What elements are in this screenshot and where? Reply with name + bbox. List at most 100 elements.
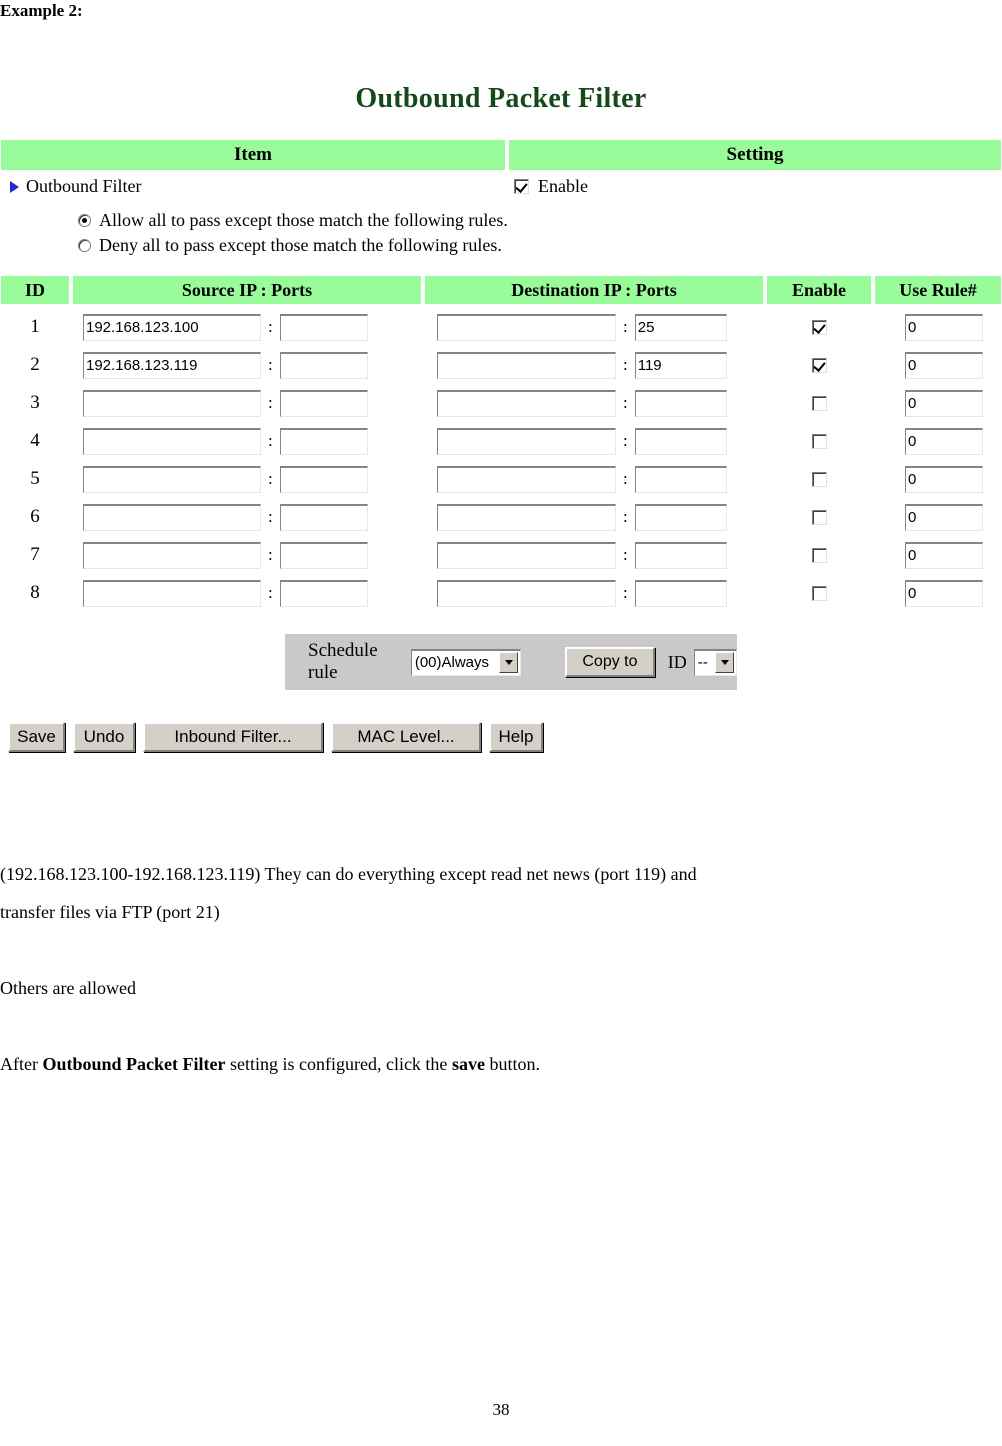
source-separator: : — [268, 317, 273, 336]
prose-line-4-prefix: After — [0, 1054, 43, 1074]
source-ip-input[interactable]: 192.168.123.100 — [83, 313, 261, 341]
source-port-input[interactable] — [279, 465, 368, 493]
source-separator: : — [268, 355, 273, 374]
dest-ip-input[interactable] — [437, 351, 616, 379]
use-rule-input[interactable]: 0 — [905, 503, 983, 531]
outbound-filter-enable-group: Enable — [514, 176, 588, 197]
policy-option-deny[interactable]: Deny all to pass except those match the … — [78, 233, 1002, 258]
prose-line-2: transfer files via FTP (port 21) — [0, 902, 220, 922]
source-port-input[interactable] — [279, 313, 368, 341]
table-row: 2 192.168.123.119::119 0 — [1, 346, 1001, 384]
mac-level-button[interactable]: MAC Level... — [331, 722, 481, 752]
copy-to-button[interactable]: Copy to — [565, 647, 655, 677]
dest-port-input[interactable] — [634, 465, 727, 493]
rule-dest-cell: :119 — [425, 351, 763, 379]
help-button[interactable]: Help — [489, 722, 543, 752]
use-rule-input[interactable]: 0 — [905, 465, 983, 493]
rule-enable-checkbox[interactable] — [811, 395, 827, 411]
chevron-down-icon[interactable] — [499, 652, 519, 673]
dest-port-input[interactable] — [634, 389, 727, 417]
outbound-filter-enable-label: Enable — [538, 176, 588, 196]
dest-ip-input[interactable] — [437, 503, 616, 531]
use-rule-input[interactable]: 0 — [905, 351, 983, 379]
source-separator: : — [268, 431, 273, 450]
use-rule-input[interactable]: 0 — [905, 389, 983, 417]
use-rule-input[interactable]: 0 — [905, 313, 983, 341]
rule-source-cell: : — [73, 427, 421, 455]
copy-to-id-select[interactable]: -- — [693, 648, 737, 676]
source-port-input[interactable] — [279, 541, 368, 569]
source-ip-input[interactable] — [83, 465, 261, 493]
policy-option-deny-label: Deny all to pass except those match the … — [99, 235, 502, 255]
rule-id: 7 — [30, 544, 40, 565]
page-number: 38 — [492, 1400, 510, 1419]
rule-id: 3 — [30, 392, 40, 413]
policy-option-allow-label: Allow all to pass except those match the… — [99, 210, 508, 230]
radio-allow-icon[interactable] — [78, 214, 91, 227]
radio-deny-icon[interactable] — [78, 239, 91, 252]
use-rule-input[interactable]: 0 — [905, 579, 983, 607]
inbound-filter-button[interactable]: Inbound Filter... — [143, 722, 323, 752]
use-rule-input[interactable]: 0 — [905, 427, 983, 455]
rule-enable-cell — [767, 547, 871, 563]
source-ip-input[interactable] — [83, 541, 261, 569]
dest-ip-input[interactable] — [437, 427, 616, 455]
dest-port-input[interactable]: 25 — [634, 313, 727, 341]
source-ip-input[interactable] — [83, 427, 261, 455]
rule-enable-cell — [767, 395, 871, 411]
rules-table-body: 1 192.168.123.100::25 0 2 192.168.123.119::1… — [1, 308, 1001, 612]
dest-separator: : — [623, 507, 628, 526]
source-port-input[interactable] — [279, 351, 368, 379]
source-ip-input[interactable] — [83, 503, 261, 531]
rule-dest-cell: : — [425, 427, 763, 455]
dest-port-input[interactable] — [634, 503, 727, 531]
outbound-filter-enable-checkbox[interactable] — [514, 179, 529, 194]
source-port-input[interactable] — [279, 579, 368, 607]
dest-separator: : — [623, 355, 628, 374]
source-ip-input[interactable]: 192.168.123.119 — [83, 351, 261, 379]
policy-option-allow[interactable]: Allow all to pass except those match the… — [78, 208, 1002, 233]
source-port-input[interactable] — [279, 427, 368, 455]
rule-enable-checkbox[interactable] — [811, 585, 827, 601]
rule-enable-checkbox[interactable] — [811, 509, 827, 525]
save-button[interactable]: Save — [8, 722, 65, 752]
dest-ip-input[interactable] — [437, 465, 616, 493]
rule-enable-cell — [767, 585, 871, 601]
table-row: 8:: 0 — [1, 574, 1001, 612]
source-separator: : — [268, 507, 273, 526]
dest-port-input[interactable]: 119 — [634, 351, 727, 379]
schedule-rule-select[interactable]: (00)Always — [410, 648, 522, 676]
dest-port-input[interactable] — [634, 579, 727, 607]
rule-id: 5 — [30, 468, 40, 489]
column-header-id: ID — [1, 276, 69, 304]
action-button-bar: Save Undo Inbound Filter... MAC Level...… — [0, 722, 1002, 752]
rule-use-rule-cell: 0 — [875, 313, 1001, 341]
rule-enable-checkbox[interactable] — [811, 433, 827, 449]
item-setting-header: Item Setting — [1, 140, 1001, 170]
rule-source-cell: : — [73, 389, 421, 417]
source-port-input[interactable] — [279, 503, 368, 531]
dest-ip-input[interactable] — [437, 541, 616, 569]
rule-enable-checkbox[interactable] — [811, 547, 827, 563]
rule-dest-cell: : — [425, 503, 763, 531]
use-rule-input[interactable]: 0 — [905, 541, 983, 569]
undo-button[interactable]: Undo — [73, 722, 135, 752]
dest-port-input[interactable] — [634, 541, 727, 569]
policy-radio-group: Allow all to pass except those match the… — [0, 208, 1002, 258]
rule-enable-checkbox[interactable] — [811, 357, 827, 373]
dest-port-input[interactable] — [634, 427, 727, 455]
dest-ip-input[interactable] — [437, 579, 616, 607]
rule-dest-cell: : — [425, 579, 763, 607]
dest-separator: : — [623, 583, 628, 602]
source-port-input[interactable] — [279, 389, 368, 417]
dest-separator: : — [623, 545, 628, 564]
rule-enable-checkbox[interactable] — [811, 471, 827, 487]
dest-ip-input[interactable] — [437, 313, 616, 341]
rule-enable-checkbox[interactable] — [811, 319, 827, 335]
source-ip-input[interactable] — [83, 389, 261, 417]
schedule-rule-label: Schedule rule — [308, 640, 378, 683]
source-ip-input[interactable] — [83, 579, 261, 607]
dest-ip-input[interactable] — [437, 389, 616, 417]
chevron-down-icon[interactable] — [715, 652, 734, 673]
rule-enable-cell — [767, 319, 871, 335]
